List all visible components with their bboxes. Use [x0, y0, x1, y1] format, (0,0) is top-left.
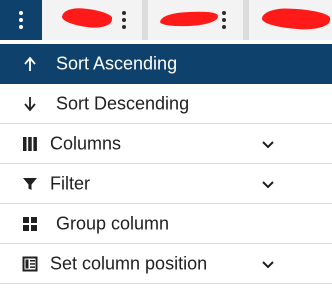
kebab-vertical-icon	[222, 11, 226, 29]
kebab-vertical-icon	[19, 11, 23, 29]
column-menu-button-2[interactable]	[112, 0, 136, 40]
column-menu-button-3[interactable]	[212, 0, 236, 40]
chevron-down-icon	[260, 256, 276, 272]
kebab-vertical-icon	[122, 11, 126, 29]
redacted-header-label	[159, 9, 219, 29]
column-menu-screen: Sort Ascending Sort Descending Columns F…	[0, 0, 332, 288]
menu-item-set-column-position[interactable]: Set column position	[0, 244, 332, 284]
menu-item-filter[interactable]: Filter	[0, 164, 332, 204]
column-options-menu: Sort Ascending Sort Descending Columns F…	[0, 44, 332, 284]
arrow-up-icon	[20, 54, 40, 74]
column-divider[interactable]	[243, 0, 249, 40]
chevron-down-icon	[260, 136, 276, 152]
menu-item-columns[interactable]: Columns	[0, 124, 332, 164]
grid-header	[0, 0, 332, 40]
column-menu-button[interactable]	[0, 0, 42, 40]
redacted-header-label	[261, 7, 331, 31]
menu-item-sort-ascending[interactable]: Sort Ascending	[0, 44, 332, 84]
menu-item-label: Group column	[56, 213, 170, 233]
columns-icon	[20, 134, 40, 154]
chevron-down-icon	[260, 176, 276, 192]
menu-item-label: Columns	[50, 133, 122, 153]
group-grid-icon	[20, 214, 40, 234]
menu-item-label: Set column position	[50, 253, 208, 273]
menu-item-label: Sort Ascending	[56, 53, 178, 73]
menu-item-sort-descending[interactable]: Sort Descending	[0, 84, 332, 124]
redacted-header-label	[61, 6, 113, 30]
column-divider[interactable]	[142, 0, 148, 40]
filter-icon	[20, 174, 40, 194]
menu-item-label: Sort Descending	[56, 93, 190, 113]
column-position-icon	[20, 254, 40, 274]
menu-item-label: Filter	[50, 173, 90, 193]
arrow-down-icon	[20, 94, 40, 114]
menu-item-group-column[interactable]: Group column	[0, 204, 332, 244]
